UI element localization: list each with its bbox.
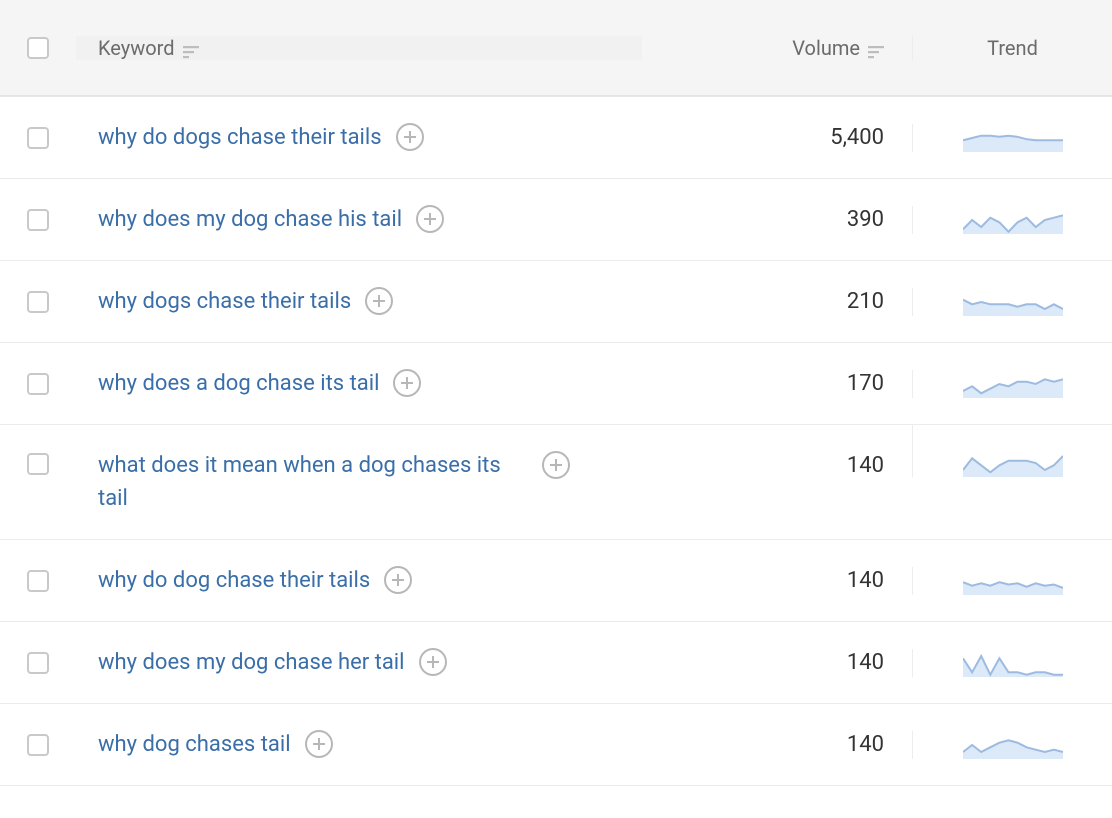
row-checkbox-cell xyxy=(0,291,76,313)
row-volume-cell: 5,400 xyxy=(642,125,912,150)
row-volume-cell: 140 xyxy=(642,568,912,593)
keyword-column-label: Keyword xyxy=(98,36,199,60)
keyword-link[interactable]: why does my dog chase her tail xyxy=(98,646,405,679)
row-trend-cell xyxy=(912,731,1112,759)
volume-header-text: Volume xyxy=(792,36,860,60)
row-checkbox-cell xyxy=(0,209,76,231)
table-header: Keyword Volume xyxy=(0,0,1112,97)
sort-icon xyxy=(868,41,884,55)
keyword-link[interactable]: why dogs chase their tails xyxy=(98,285,351,318)
select-all-checkbox[interactable] xyxy=(27,37,49,59)
row-trend-cell xyxy=(912,124,1112,152)
row-keyword-cell: why dogs chase their tails xyxy=(76,261,642,342)
table-row: why does my dog chase her tail 140 xyxy=(0,622,1112,704)
row-keyword-cell: why does my dog chase his tail xyxy=(76,179,642,260)
trend-column-label: Trend xyxy=(931,36,1094,60)
volume-value: 390 xyxy=(847,207,884,232)
row-trend-cell xyxy=(912,649,1112,677)
trend-sparkline xyxy=(963,370,1063,398)
keyword-link[interactable]: why dog chases tail xyxy=(98,728,291,761)
row-checkbox[interactable] xyxy=(27,652,49,674)
trend-sparkline xyxy=(963,124,1063,152)
add-keyword-button[interactable] xyxy=(365,287,393,315)
keyword-link[interactable]: why does my dog chase his tail xyxy=(98,203,402,236)
add-keyword-button[interactable] xyxy=(416,205,444,233)
row-checkbox[interactable] xyxy=(27,291,49,313)
table-row: why do dog chase their tails 140 xyxy=(0,540,1112,622)
trend-sparkline xyxy=(963,449,1063,477)
row-checkbox-cell xyxy=(0,734,76,756)
row-keyword-cell: why does my dog chase her tail xyxy=(76,622,642,703)
keyword-header-text: Keyword xyxy=(98,36,175,60)
row-volume-cell: 390 xyxy=(642,207,912,232)
keyword-link[interactable]: why does a dog chase its tail xyxy=(98,367,379,400)
row-trend-cell xyxy=(912,567,1112,595)
row-keyword-cell: why do dogs chase their tails xyxy=(76,97,642,178)
row-checkbox-cell xyxy=(0,127,76,149)
table-row: why does a dog chase its tail 170 xyxy=(0,343,1112,425)
trend-sparkline xyxy=(963,649,1063,677)
row-keyword-cell: why does a dog chase its tail xyxy=(76,343,642,424)
header-checkbox-cell xyxy=(0,0,76,95)
trend-sparkline xyxy=(963,206,1063,234)
table-row: why does my dog chase his tail 390 xyxy=(0,179,1112,261)
add-keyword-button[interactable] xyxy=(419,648,447,676)
volume-value: 5,400 xyxy=(830,125,884,150)
row-volume-cell: 170 xyxy=(642,371,912,396)
header-keyword-cell[interactable]: Keyword xyxy=(76,36,642,60)
table-row: why dog chases tail 140 xyxy=(0,704,1112,786)
row-keyword-cell: what does it mean when a dog chases its … xyxy=(76,425,642,539)
volume-value: 140 xyxy=(847,732,884,757)
add-keyword-button[interactable] xyxy=(393,369,421,397)
row-checkbox-cell xyxy=(0,570,76,592)
table-row: what does it mean when a dog chases its … xyxy=(0,425,1112,540)
volume-column-label: Volume xyxy=(642,36,884,60)
row-checkbox[interactable] xyxy=(27,734,49,756)
row-keyword-cell: why do dog chase their tails xyxy=(76,540,642,621)
row-volume-cell: 140 xyxy=(642,650,912,675)
row-checkbox[interactable] xyxy=(27,127,49,149)
volume-value: 210 xyxy=(847,289,884,314)
row-checkbox[interactable] xyxy=(27,209,49,231)
add-keyword-button[interactable] xyxy=(384,566,412,594)
trend-sparkline xyxy=(963,731,1063,759)
add-keyword-button[interactable] xyxy=(305,730,333,758)
row-keyword-cell: why dog chases tail xyxy=(76,704,642,785)
row-volume-cell: 210 xyxy=(642,289,912,314)
row-checkbox-cell xyxy=(0,425,76,475)
row-trend-cell xyxy=(912,425,1112,477)
table-row: why do dogs chase their tails 5,400 xyxy=(0,97,1112,179)
volume-value: 140 xyxy=(847,453,884,478)
add-keyword-button[interactable] xyxy=(396,123,424,151)
volume-value: 170 xyxy=(847,371,884,396)
volume-value: 140 xyxy=(847,568,884,593)
row-trend-cell xyxy=(912,370,1112,398)
keyword-link[interactable]: why do dogs chase their tails xyxy=(98,121,382,154)
header-trend-cell[interactable]: Trend xyxy=(912,36,1112,60)
row-volume-cell: 140 xyxy=(642,425,912,478)
row-checkbox-cell xyxy=(0,652,76,674)
header-row: Keyword Volume xyxy=(0,0,1112,96)
row-checkbox[interactable] xyxy=(27,570,49,592)
row-volume-cell: 140 xyxy=(642,732,912,757)
table-body: why do dogs chase their tails5,400why do… xyxy=(0,97,1112,786)
row-trend-cell xyxy=(912,206,1112,234)
table-row: why dogs chase their tails 210 xyxy=(0,261,1112,343)
trend-sparkline xyxy=(963,288,1063,316)
row-checkbox[interactable] xyxy=(27,373,49,395)
trend-sparkline xyxy=(963,567,1063,595)
trend-header-text: Trend xyxy=(987,36,1038,60)
keyword-link[interactable]: why do dog chase their tails xyxy=(98,564,370,597)
add-keyword-button[interactable] xyxy=(542,451,570,479)
sort-icon xyxy=(183,41,199,55)
row-checkbox-cell xyxy=(0,373,76,395)
keyword-table: Keyword Volume xyxy=(0,0,1112,786)
row-checkbox[interactable] xyxy=(27,453,49,475)
keyword-link[interactable]: what does it mean when a dog chases its … xyxy=(98,449,528,515)
row-trend-cell xyxy=(912,288,1112,316)
header-volume-cell[interactable]: Volume xyxy=(642,36,912,60)
volume-value: 140 xyxy=(847,650,884,675)
